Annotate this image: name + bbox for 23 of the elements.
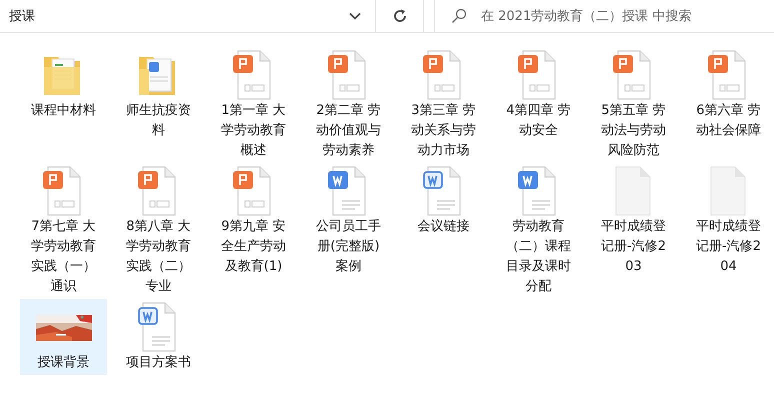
chevron-down-icon[interactable]	[349, 12, 361, 20]
file-item[interactable]: 课程中材料	[20, 47, 107, 123]
file-item[interactable]: 会议链接	[400, 163, 487, 239]
file-item[interactable]: 7第七章 大学劳动教育实践（一）通识	[20, 163, 107, 299]
file-item[interactable]: 劳动教育（二）课程目录及课时分配	[495, 163, 582, 299]
file-item[interactable]: 6第六章 劳动社会保障	[685, 47, 772, 143]
file-item[interactable]: 1第一章 大学劳动教育概述	[210, 47, 297, 163]
file-item[interactable]: 项目方案书	[115, 299, 202, 375]
file-item[interactable]: 5第五章 劳动法与劳动风险防范	[590, 47, 677, 163]
file-item[interactable]: 平时成绩登记册-汽修203	[590, 163, 677, 279]
search-icon	[451, 8, 467, 24]
file-item[interactable]: 2第二章 劳动价值观与劳动素养	[305, 47, 392, 163]
file-item[interactable]: 授课背景	[20, 299, 107, 375]
file-item[interactable]: 3第三章 劳动关系与劳动力市场	[400, 47, 487, 163]
file-item[interactable]: 师生抗疫资料	[115, 47, 202, 143]
address-text: 授课	[9, 8, 36, 25]
file-item[interactable]: 8第八章 大学劳动教育实践（二）专业	[115, 163, 202, 299]
file-item[interactable]: 4第四章 劳动安全	[495, 47, 582, 143]
refresh-icon[interactable]	[392, 8, 408, 24]
file-item[interactable]: 公司员工手册(完整版)案例	[305, 163, 392, 279]
file-item[interactable]: 平时成绩登记册-汽修204	[685, 163, 772, 279]
file-item[interactable]: 9第九章 安全生产劳动及教育(1)	[210, 163, 297, 279]
search-field[interactable]: 在 2021劳动教育（二）授课 中搜索	[479, 8, 774, 24]
